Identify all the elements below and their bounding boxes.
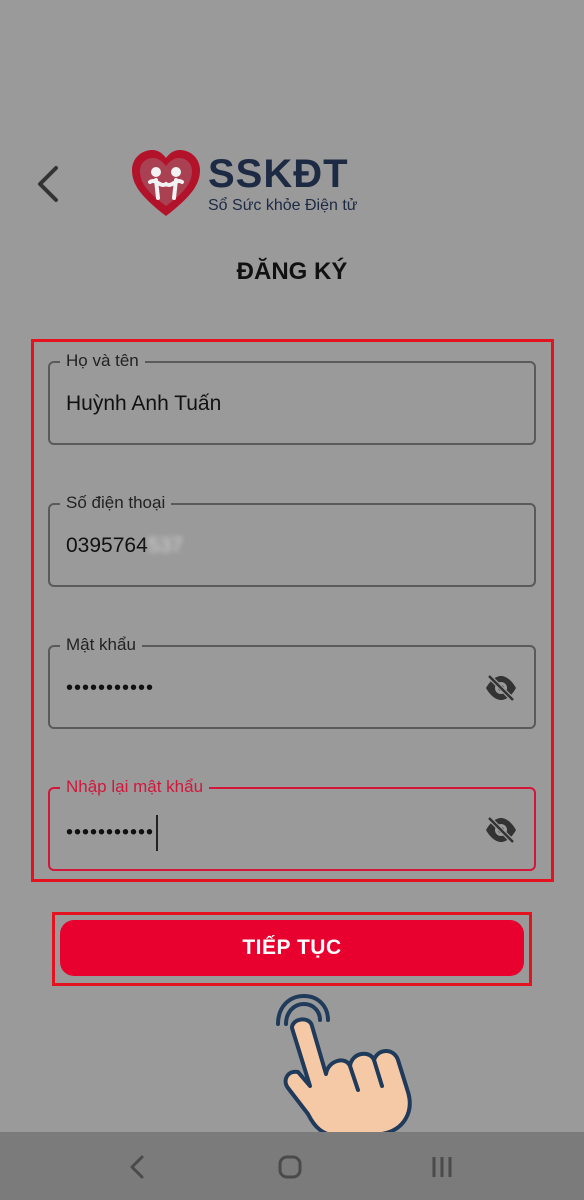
password-label: Mật khẩu <box>60 634 142 656</box>
page-title: ĐĂNG KÝ <box>236 258 348 285</box>
phone-field[interactable]: Số điện thoại 0395764537 <box>48 492 536 587</box>
eye-slash-icon <box>486 816 516 844</box>
nav-home-button[interactable] <box>270 1152 310 1182</box>
phone-blurred-digits: 537 <box>147 534 183 557</box>
app-logo: SSKĐT Sổ Sức khỏe Điện tử <box>130 148 370 220</box>
nav-back-button[interactable] <box>118 1152 158 1182</box>
nav-home-icon <box>278 1155 302 1179</box>
logo-subtitle: Sổ Sức khỏe Điện tử <box>208 197 358 214</box>
password-value: ••••••••••• <box>66 677 155 699</box>
confirm-password-dots: ••••••••••• <box>66 821 155 844</box>
password-field[interactable]: Mật khẩu ••••••••••• <box>48 634 536 729</box>
text-cursor <box>156 815 159 851</box>
password-visibility-toggle[interactable] <box>484 673 518 703</box>
nav-recents-button[interactable] <box>422 1152 462 1182</box>
full-name-value: Huỳnh Anh Tuấn <box>66 392 222 415</box>
tap-hand-icon <box>276 993 412 1138</box>
confirm-password-value: ••••••••••• <box>66 815 159 851</box>
nav-back-icon <box>130 1155 144 1179</box>
nav-recents-icon <box>432 1157 452 1177</box>
confirm-password-field[interactable]: Nhập lại mật khẩu ••••••••••• <box>48 776 536 871</box>
confirm-password-visibility-toggle[interactable] <box>484 815 518 845</box>
phone-value: 0395764537 <box>66 531 183 561</box>
full-name-label: Họ và tên <box>60 350 145 372</box>
continue-button[interactable]: TIẾP TỤC <box>60 920 524 976</box>
eye-slash-icon <box>486 674 516 702</box>
confirm-password-label: Nhập lại mật khẩu <box>60 776 210 798</box>
back-button[interactable] <box>30 160 70 208</box>
logo-title: SSKĐT <box>208 152 349 196</box>
heart-logo-icon <box>132 150 200 216</box>
back-arrow-icon <box>38 166 58 202</box>
phone-label: Số điện thoại <box>60 492 172 514</box>
system-nav-bar <box>0 1132 584 1200</box>
full-name-field[interactable]: Họ và tên Huỳnh Anh Tuấn <box>48 350 536 445</box>
phone-visible-digits: 0395764 <box>66 534 148 557</box>
